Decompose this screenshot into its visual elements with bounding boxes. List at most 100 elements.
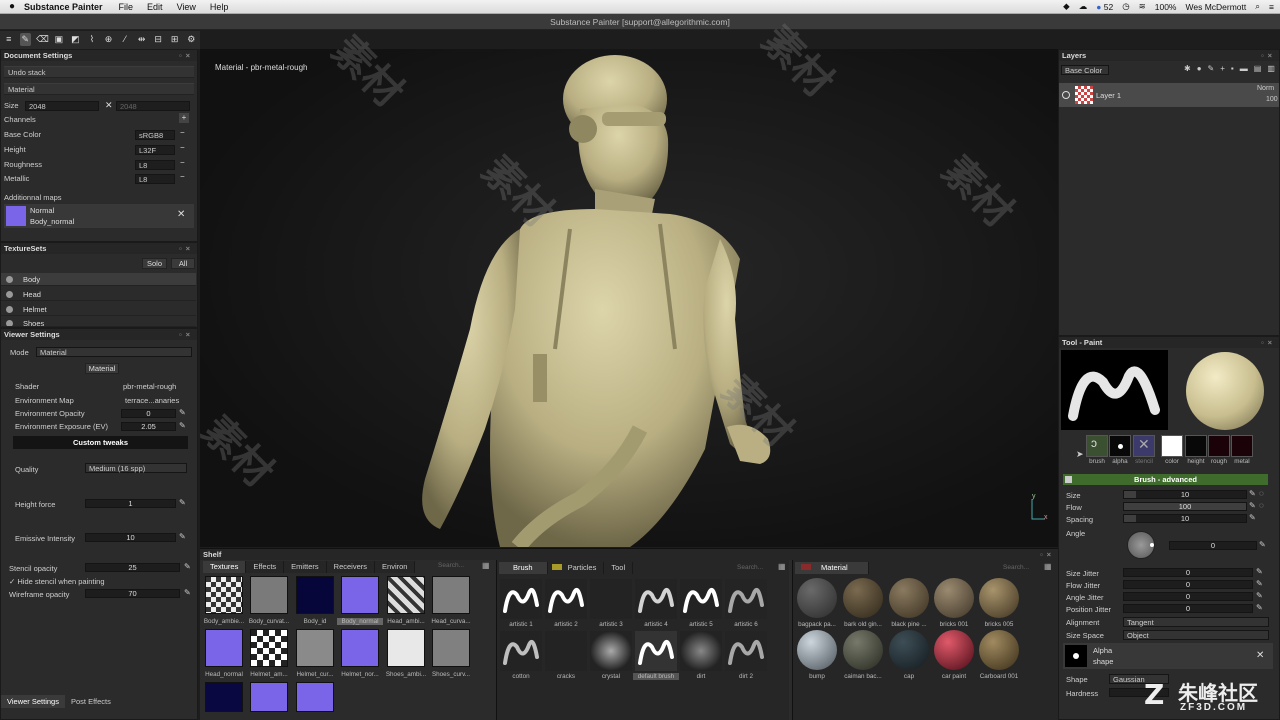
texture-thumb[interactable]	[296, 576, 334, 614]
alignment-select[interactable]: Tangent	[1123, 617, 1269, 627]
duplicate-icon[interactable]: ▤	[1254, 64, 1262, 73]
edit-icon[interactable]: ✎	[1249, 489, 1256, 498]
projection-icon[interactable]: ▣	[53, 33, 65, 46]
tab-viewer-settings[interactable]: Viewer Settings	[1, 695, 65, 708]
envmap-value[interactable]: terrace...anaries	[125, 396, 179, 405]
alpha-channel-slot[interactable]	[1109, 435, 1131, 457]
material-button[interactable]: Material	[85, 363, 119, 374]
panel-controls-icon[interactable]: ▫×	[179, 50, 194, 61]
color-channel-slot[interactable]	[1161, 435, 1183, 457]
channel-format[interactable]: L8	[135, 160, 175, 170]
link-size-icon[interactable]: ✕	[105, 100, 113, 111]
brush-thumb[interactable]	[725, 579, 767, 619]
channel-format[interactable]: L32F	[135, 145, 175, 155]
panel-controls-icon[interactable]: ▫×	[179, 243, 194, 254]
fill-layer-icon[interactable]: ▪	[1231, 64, 1234, 73]
edit-icon[interactable]: ✎	[179, 408, 186, 417]
picker-icon[interactable]: ⁄	[119, 33, 131, 46]
pressure-icon[interactable]: ◌	[1259, 501, 1264, 510]
tab-emitters[interactable]: Emitters	[284, 561, 327, 573]
notification-badge[interactable]: ● 52	[1096, 2, 1113, 12]
texture-thumb[interactable]	[205, 682, 243, 712]
quality-select[interactable]: Medium (16 spp)	[85, 463, 187, 473]
grid-view-icon[interactable]: ▦	[778, 562, 786, 571]
texture-thumb[interactable]	[341, 629, 379, 667]
alpha-slot[interactable]: Alpha shape ✕	[1063, 643, 1273, 669]
texture-thumb[interactable]	[387, 576, 425, 614]
menu-help[interactable]: Help	[210, 2, 229, 12]
grid-view-icon[interactable]: ▦	[482, 561, 490, 570]
material-ball[interactable]	[934, 578, 974, 618]
brush-thumb[interactable]	[500, 631, 542, 671]
brush-thumb[interactable]	[590, 579, 632, 619]
channel-select[interactable]: Base Color	[1061, 65, 1109, 75]
tab-receivers[interactable]: Receivers	[326, 561, 376, 573]
menu-file[interactable]: File	[119, 2, 134, 12]
texture-thumb[interactable]	[341, 576, 379, 614]
texture-thumb[interactable]	[432, 576, 470, 614]
material-ball[interactable]	[843, 630, 883, 670]
metal-channel-slot[interactable]	[1231, 435, 1253, 457]
layer-name[interactable]: Layer 1	[1096, 91, 1121, 100]
eye-icon[interactable]	[6, 276, 13, 283]
camera-icon[interactable]: ⊟	[152, 33, 164, 46]
position-jitter-slider[interactable]: 0	[1123, 604, 1253, 613]
hide-stencil-checkbox[interactable]: ✓ Hide stencil when painting	[9, 577, 105, 586]
pressure-icon[interactable]: ◌	[1259, 489, 1264, 498]
cloud-icon[interactable]: ☁	[1079, 1, 1088, 12]
edit-icon[interactable]: ✎	[179, 498, 186, 507]
edit-icon[interactable]: ✎	[1249, 501, 1256, 510]
panel-controls-icon[interactable]: ▫×	[179, 329, 194, 340]
edit-icon[interactable]: ✎	[179, 421, 186, 430]
eye-icon[interactable]	[6, 320, 13, 326]
brush-thumb[interactable]	[545, 631, 587, 671]
mode-select[interactable]: Material	[36, 347, 192, 357]
add-layer-icon[interactable]: +	[1220, 64, 1225, 73]
texture-thumb[interactable]	[250, 682, 288, 712]
height-force-slider[interactable]: 1	[85, 499, 176, 508]
brush-thumb[interactable]	[635, 579, 677, 619]
texture-thumb[interactable]	[296, 629, 334, 667]
angle-slider[interactable]: 0	[1169, 541, 1257, 550]
rough-channel-slot[interactable]	[1208, 435, 1230, 457]
edit-icon[interactable]: ✎	[1256, 579, 1263, 588]
angle-dial[interactable]	[1127, 531, 1155, 559]
symmetry-icon[interactable]: ⇹	[136, 33, 148, 46]
brush-thumb[interactable]	[590, 631, 632, 671]
clone-icon[interactable]: ⊕	[103, 33, 115, 46]
stencil-channel-slot[interactable]: ✕	[1133, 435, 1155, 457]
shelf-search[interactable]: Search...	[438, 562, 464, 569]
menu-edit[interactable]: Edit	[147, 2, 163, 12]
search-icon[interactable]: ⌕	[1255, 1, 1260, 12]
material-ball[interactable]	[979, 578, 1019, 618]
flow-slider[interactable]: 100	[1123, 502, 1247, 511]
edit-icon[interactable]: ✎	[179, 532, 186, 541]
panel-controls-icon[interactable]: ▫×	[1261, 50, 1276, 61]
size-jitter-slider[interactable]: 0	[1123, 568, 1253, 577]
render-icon[interactable]: ⊞	[169, 33, 181, 46]
tab-environment[interactable]: Environ	[375, 561, 416, 573]
panel-controls-icon[interactable]: ▫×	[1040, 549, 1055, 560]
remove-channel-icon[interactable]: −	[180, 158, 185, 167]
menu-view[interactable]: View	[177, 2, 196, 12]
edit-icon[interactable]: ✎	[1259, 540, 1266, 549]
stencil-opacity-slider[interactable]: 25	[85, 563, 180, 572]
user-name[interactable]: Wes McDermott	[1185, 2, 1246, 12]
panel-controls-icon[interactable]: ▫×	[1261, 337, 1276, 348]
brush-thumb[interactable]	[635, 631, 677, 671]
eraser-icon[interactable]: ⌫	[36, 33, 49, 46]
material-ball[interactable]	[889, 630, 929, 670]
material-ball[interactable]	[797, 630, 837, 670]
brush-channel-slot[interactable]: ↄ	[1086, 435, 1108, 457]
battery-level[interactable]: 100%	[1155, 2, 1177, 12]
material-section[interactable]: Material	[4, 83, 194, 95]
mask-icon[interactable]: ●	[1197, 64, 1202, 73]
flow-jitter-slider[interactable]: 0	[1123, 580, 1253, 589]
layer-row[interactable]: Layer 1 Norm 100	[1059, 83, 1279, 107]
tab-material[interactable]: Material	[795, 562, 869, 574]
textureset-row[interactable]: Head	[1, 288, 196, 301]
angle-handle-icon[interactable]	[1150, 543, 1154, 547]
close-icon[interactable]: ✕	[177, 209, 185, 220]
polygon-fill-icon[interactable]: ◩	[70, 33, 82, 46]
material-search[interactable]: Search...	[1003, 564, 1029, 571]
